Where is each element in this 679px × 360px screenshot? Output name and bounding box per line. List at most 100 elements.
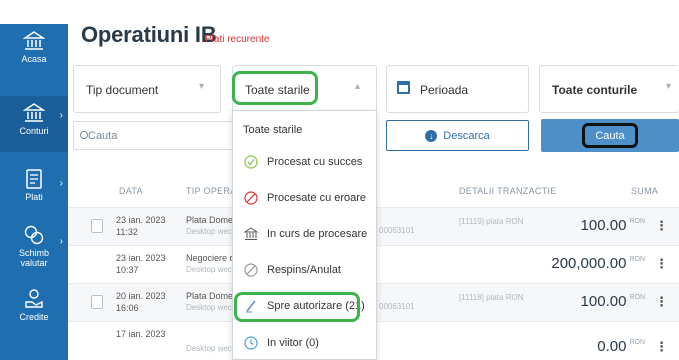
row-details: [11118] plata RON — [459, 293, 524, 302]
row-account: 00063101 — [379, 302, 415, 311]
more-options-icon[interactable]: ⋮ — [655, 294, 668, 310]
status-option-future[interactable]: In viitor (0) — [233, 328, 378, 358]
credit-icon — [21, 286, 47, 312]
sidebar-item-acasa[interactable]: Acasa — [0, 28, 68, 88]
search-button[interactable]: Cauta — [541, 119, 679, 152]
row-currency: RON — [629, 256, 645, 263]
status-option-label: Respins/Anulat — [267, 264, 341, 276]
chevron-down-icon: ▾ — [666, 81, 672, 92]
status-highlight-box — [232, 71, 318, 105]
sidebar-item-credite[interactable]: Credite — [0, 286, 68, 342]
row-amount-value: 200,000.00 — [551, 255, 627, 272]
row-currency: RON — [629, 294, 645, 301]
bank-icon — [21, 28, 47, 54]
row-channel: Desktop wec — [186, 227, 232, 236]
sidebar-item-schimb-valutar[interactable]: Schimb valutar › — [0, 222, 68, 280]
row-channel: Desktop wec — [186, 265, 232, 274]
column-header-date: DATA — [119, 186, 143, 196]
sidebar-item-plati[interactable]: Plati › — [0, 166, 68, 218]
row-channel: Desktop wec — [186, 303, 232, 312]
status-option-rejected[interactable]: Respins/Anulat — [233, 255, 378, 285]
period-select[interactable]: Perioada — [386, 65, 529, 113]
main-content: Operatiuni IB Plati recurente Tip docume… — [68, 0, 679, 360]
chevron-down-icon: ▾ — [199, 81, 205, 92]
search-placeholder: Cauta — [88, 130, 118, 142]
bank-icon — [21, 100, 47, 126]
row-amount-value: 100.00 — [580, 217, 627, 234]
period-label: Perioada — [420, 83, 469, 97]
row-amount: 100.00 RON — [581, 293, 645, 310]
download-button-label: Descarca — [443, 129, 490, 142]
bank-icon — [243, 227, 259, 241]
document-type-label: Tip document — [86, 83, 159, 97]
sidebar: Acasa Conturi › Plati › Schimb valutar ›… — [0, 0, 68, 360]
column-header-amount: SUMA — [631, 186, 659, 196]
payments-icon — [21, 166, 47, 192]
sidebar-item-label: Acasa — [21, 54, 47, 64]
row-amount: 200,000.00 RON — [551, 255, 645, 272]
chevron-right-icon: › — [59, 110, 63, 121]
document-type-select[interactable]: Tip document ▾ — [73, 65, 221, 113]
row-date: 20 ian. 2023 — [116, 291, 166, 301]
row-amount-value: 100.00 — [580, 293, 627, 310]
search-icon — [80, 131, 88, 139]
calendar-icon — [397, 81, 410, 94]
status-dropdown-menu: Toate starile Procesat cu succes Procesa… — [232, 110, 377, 360]
sidebar-item-conturi[interactable]: Conturi › — [0, 96, 68, 152]
row-type: Negociere de — [186, 253, 236, 263]
cancel-icon — [244, 263, 258, 277]
status-option-label: In curs de procesare — [267, 228, 368, 240]
row-account: 00063101 — [379, 226, 415, 235]
row-date: 23 ian. 2023 — [116, 253, 166, 263]
more-options-icon[interactable]: ⋮ — [655, 218, 668, 234]
sidebar-item-label: Credite — [19, 312, 49, 322]
more-options-icon[interactable]: ⋮ — [655, 339, 668, 355]
search-button-label: Cauta — [582, 123, 638, 148]
row-date: 23 ian. 2023 — [116, 215, 166, 225]
sidebar-item-label: valutar — [20, 258, 48, 268]
row-checkbox[interactable] — [91, 295, 103, 309]
row-currency: RON — [629, 339, 645, 346]
sidebar-item-label: Schimb — [18, 248, 49, 258]
row-details: [11119] plata RON — [459, 217, 524, 226]
currency-exchange-icon — [21, 222, 47, 248]
pending-authorization-highlight-box — [234, 292, 360, 322]
status-option-success[interactable]: Procesat cu succes — [233, 147, 378, 177]
sidebar-item-label: Plati — [25, 192, 43, 202]
clock-icon — [244, 336, 258, 350]
chevron-up-icon: ▴ — [355, 81, 361, 92]
more-options-icon[interactable]: ⋮ — [655, 256, 668, 272]
row-checkbox[interactable] — [91, 219, 103, 233]
status-option-label: Toate starile — [243, 124, 303, 136]
accounts-label: Toate conturile — [552, 83, 638, 97]
status-option-label: In viitor (0) — [267, 337, 319, 349]
page-subtitle-link[interactable]: Plati recurente — [205, 34, 269, 45]
row-type: Plata Domes — [186, 291, 236, 301]
error-circle-icon — [244, 191, 258, 205]
status-option-label: Procesat cu succes — [267, 156, 363, 168]
sidebar-item-label: Conturi — [19, 126, 49, 136]
status-option-error[interactable]: Procesate cu eroare — [233, 183, 378, 213]
row-amount: 100.00 RON — [581, 217, 645, 234]
sidebar-top-strip — [0, 0, 68, 24]
row-amount-value: 0.00 — [597, 338, 627, 355]
chevron-right-icon: › — [59, 236, 63, 247]
status-option-all[interactable]: Toate starile — [233, 115, 378, 145]
page-title: Operatiuni IB — [81, 22, 217, 47]
row-amount: 0.00 RON — [597, 338, 645, 355]
row-currency: RON — [629, 218, 645, 225]
check-circle-icon — [244, 155, 258, 169]
row-date: 17 ian. 2023 — [116, 329, 166, 339]
row-time: 11:32 — [116, 227, 138, 237]
download-icon: ↓ — [425, 129, 438, 142]
download-button[interactable]: ↓ Descarca — [386, 120, 529, 151]
row-time: 10:37 — [116, 265, 139, 275]
accounts-select[interactable]: Toate conturile ▾ — [539, 65, 679, 113]
top-strip — [68, 0, 679, 14]
column-header-details: DETALII TRANZACTIE — [459, 186, 557, 196]
row-type: Plata Domes — [186, 215, 236, 225]
status-option-processing[interactable]: In curs de procesare — [233, 219, 378, 249]
status-option-label: Procesate cu eroare — [267, 192, 367, 204]
row-time: 16:06 — [116, 303, 139, 313]
chevron-right-icon: › — [59, 178, 63, 189]
